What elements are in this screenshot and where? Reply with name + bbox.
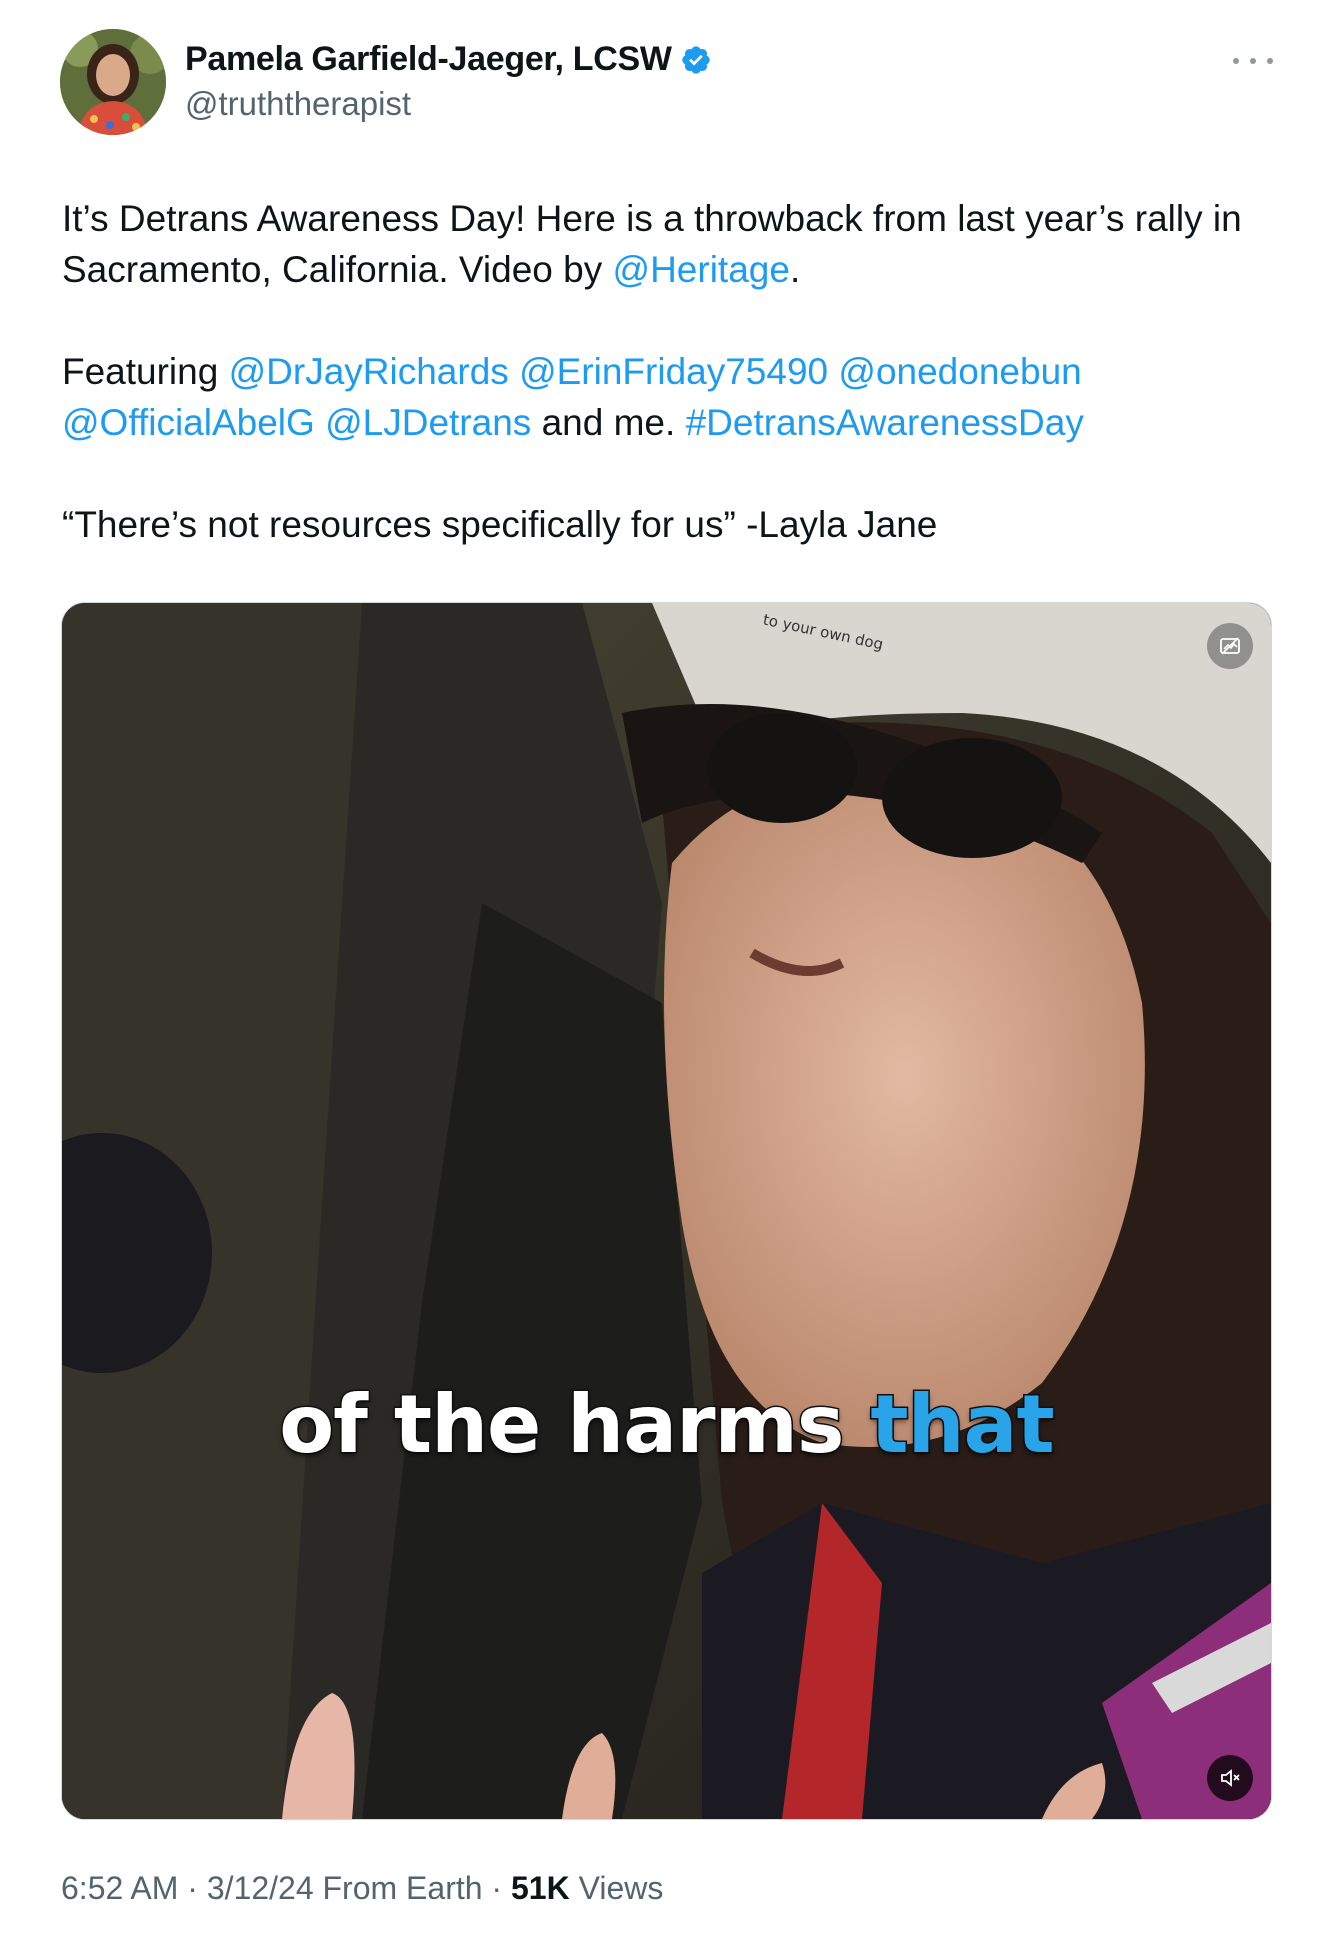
views-count[interactable]: 51K [511,1870,570,1906]
media-info-icon[interactable] [1207,623,1253,669]
and-me-text: and me. [531,402,686,443]
video-caption: of the harms that [62,1377,1271,1473]
video-frame [62,603,1271,1819]
tweet-card: Pamela Garfield-Jaeger, LCSW @truththera… [0,0,1329,1934]
caption-highlight-text: that [869,1377,1056,1473]
tweet-quote: “There’s not resources specifically for … [62,504,938,545]
tweet-time[interactable]: 6:52 AM [61,1870,178,1906]
more-options-icon[interactable] [1233,45,1273,77]
video-player[interactable]: of the harms that to your own dog [61,602,1272,1820]
tweet-paragraph-1: It’s Detrans Awareness Day! Here is a th… [62,193,1262,295]
mention-link[interactable]: @onedonebun [838,351,1081,392]
tweet-text: It’s Detrans Awareness Day! Here is a th… [62,193,1262,550]
author-handle[interactable]: @truththerapist [185,85,411,123]
featuring-label: Featuring [62,351,229,392]
verified-badge-icon[interactable] [680,44,712,76]
caption-plain-text: of the harms [278,1377,871,1473]
mention-link[interactable]: @ErinFriday75490 [519,351,828,392]
mention-heritage-link[interactable]: @Heritage [613,249,790,290]
meta-separator: · [178,1870,207,1906]
hashtag-link[interactable]: #DetransAwarenessDay [686,402,1084,443]
tweet-meta: 6:52 AM · 3/12/24 From Earth · 51K Views [61,1870,663,1907]
mention-link[interactable]: @DrJayRichards [229,351,509,392]
tweet-period: . [789,249,801,290]
tweet-date[interactable]: 3/12/24 [207,1870,314,1906]
tweet-source: From Earth [313,1870,483,1906]
meta-separator: · [482,1870,511,1906]
author-display-name[interactable]: Pamela Garfield-Jaeger, LCSW [185,40,672,79]
author-name-row: Pamela Garfield-Jaeger, LCSW [185,40,712,79]
tweet-paragraph-2: Featuring @DrJayRichards @ErinFriday7549… [62,346,1262,448]
mention-link[interactable]: @LJDetrans [325,402,531,443]
views-label: Views [569,1870,664,1906]
muted-speaker-icon[interactable] [1207,1755,1253,1801]
mention-link[interactable]: @OfficialAbelG [62,402,315,443]
author-avatar[interactable] [60,29,166,135]
